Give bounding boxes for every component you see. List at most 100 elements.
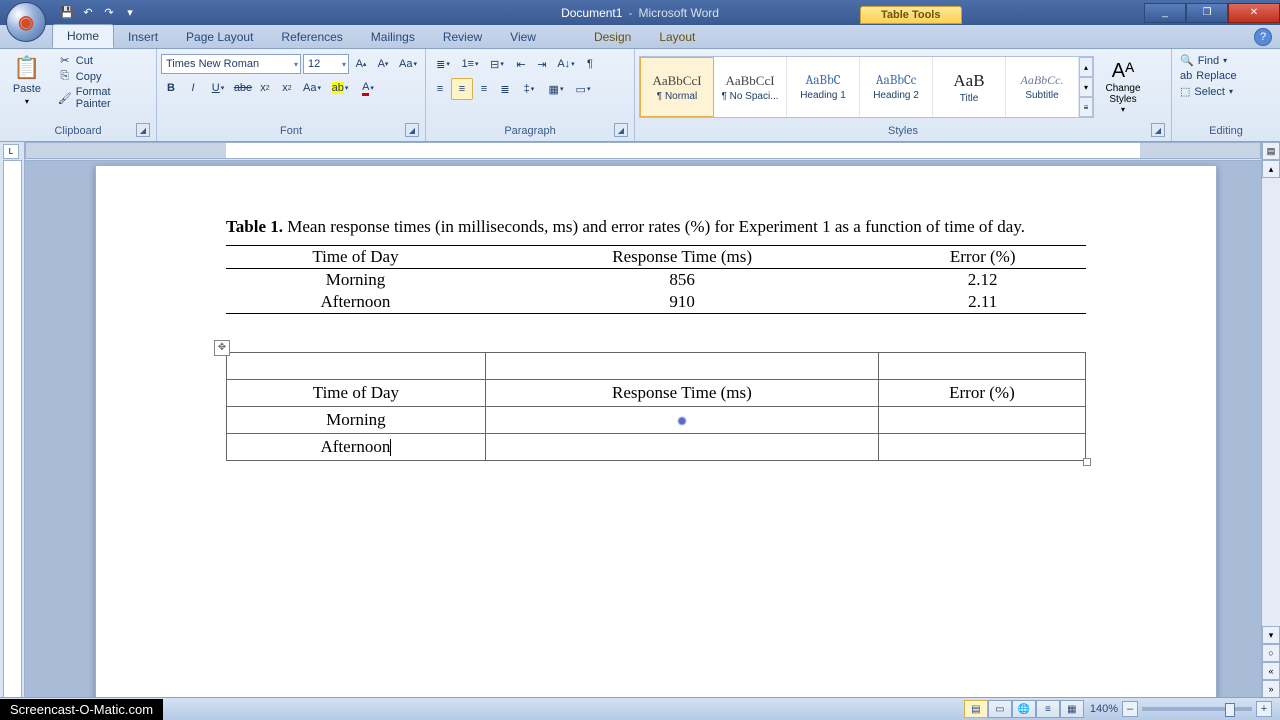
tab-references[interactable]: References [267,26,356,48]
vertical-scrollbar[interactable]: ▤ ▴ ▾ ○ « » [1261,142,1280,698]
table-cell[interactable] [485,406,878,433]
table-cell[interactable] [878,433,1085,460]
numbering-button[interactable]: 1≡ [457,54,483,74]
office-button[interactable]: ◉ [6,2,46,42]
replace-button[interactable]: abReplace [1176,69,1241,83]
scroll-up-icon[interactable]: ▴ [1262,160,1280,178]
tab-page-layout[interactable]: Page Layout [172,26,267,48]
strike-button[interactable]: abe [233,78,253,98]
italic-button[interactable]: I [183,78,203,98]
line-spacing-button[interactable]: ‡ [516,79,542,99]
apa-table[interactable]: Time of Day Response Time (ms) Error (%)… [226,245,1086,314]
document-area[interactable]: Table 1. Mean response times (in millise… [25,161,1261,698]
justify-button[interactable]: ≣ [495,79,515,99]
zoom-level[interactable]: 140% [1090,703,1118,715]
gallery-scroll[interactable]: ▴▾≡ [1079,57,1093,117]
web-layout-view[interactable]: 🌐 [1012,700,1036,718]
shrink-font-button[interactable]: A▾ [373,54,393,74]
table-cell[interactable]: Morning [227,406,486,433]
close-button[interactable]: ✕ [1228,3,1280,23]
qat-save-icon[interactable]: 💾 [58,4,76,22]
zoom-out-button[interactable]: – [1122,701,1138,717]
tab-view[interactable]: View [496,26,550,48]
minimize-button[interactable]: _ [1144,3,1186,23]
highlight-button[interactable]: ab [327,78,353,98]
subscript-button[interactable]: x2 [255,78,275,98]
multilevel-button[interactable]: ⊟ [484,54,510,74]
sort-button[interactable]: A↓ [553,54,579,74]
table-cell[interactable]: Afternoon [227,433,486,460]
align-center-button[interactable]: ≡ [451,78,473,100]
zoom-slider[interactable] [1142,707,1252,711]
decrease-indent-button[interactable]: ⇤ [511,54,531,74]
align-right-button[interactable]: ≡ [474,79,494,99]
help-icon[interactable]: ? [1254,28,1272,46]
format-painter-button[interactable]: 🖌Format Painter [54,85,152,111]
prev-page-icon[interactable]: « [1262,662,1280,680]
underline-button[interactable]: U [205,78,231,98]
vertical-ruler[interactable]: L [0,142,25,698]
horizontal-ruler[interactable] [25,142,1261,161]
table-cell[interactable] [485,352,878,379]
style-no-spacing[interactable]: AaBbCcI¶ No Spaci... [714,57,787,117]
ruler-toggle[interactable]: ▤ [1262,142,1280,160]
style-heading1[interactable]: AaBbCHeading 1 [787,57,860,117]
table-resize-handle[interactable] [1083,458,1091,466]
align-left-button[interactable]: ≡ [430,79,450,99]
full-screen-view[interactable]: ▭ [988,700,1012,718]
draft-view[interactable]: ▦ [1060,700,1084,718]
tab-insert[interactable]: Insert [114,26,172,48]
paragraph-launcher[interactable]: ◢ [614,123,628,137]
bold-button[interactable]: B [161,78,181,98]
find-button[interactable]: 🔍Find [1176,53,1241,68]
outline-view[interactable]: ≡ [1036,700,1060,718]
tab-design[interactable]: Design [580,26,645,48]
tab-layout[interactable]: Layout [645,26,709,48]
table-cell[interactable] [878,352,1085,379]
borders-button[interactable]: ▭ [570,79,596,99]
clipboard-launcher[interactable]: ◢ [136,123,150,137]
table-cell[interactable] [227,352,486,379]
qat-undo-icon[interactable]: ↶ [79,4,97,22]
style-subtitle[interactable]: AaBbCc.Subtitle [1006,57,1079,117]
paste-button[interactable]: 📋 Paste ▾ [4,51,50,110]
copy-button[interactable]: ⎘Copy [54,69,152,84]
styles-launcher[interactable]: ◢ [1151,123,1165,137]
show-marks-button[interactable]: ¶ [580,54,600,74]
grow-font-button[interactable]: A▴ [351,54,371,74]
superscript-button[interactable]: x2 [277,78,297,98]
tab-home[interactable]: Home [52,24,114,48]
qat-redo-icon[interactable]: ↷ [100,4,118,22]
tab-mailings[interactable]: Mailings [357,26,429,48]
tab-selector[interactable]: L [3,144,19,159]
font-color-button[interactable]: A [355,78,381,98]
table-cell[interactable]: Error (%) [878,379,1085,406]
increase-indent-button[interactable]: ⇥ [532,54,552,74]
tab-review[interactable]: Review [429,26,496,48]
select-button[interactable]: ⬚Select [1176,84,1241,99]
zoom-in-button[interactable]: + [1256,701,1272,717]
next-page-icon[interactable]: » [1262,680,1280,698]
font-name-combo[interactable]: Times New Roman [161,54,301,74]
change-styles-button[interactable]: Aᴬ Change Styles ▾ [1098,60,1148,114]
font-size-combo[interactable]: 12 [303,54,349,74]
table-cell[interactable]: Response Time (ms) [485,379,878,406]
change-case-button[interactable]: Aa [299,78,325,98]
print-layout-view[interactable]: ▤ [964,700,988,718]
clear-formatting-button[interactable]: Aa [395,54,421,74]
bullets-button[interactable]: ≣ [430,54,456,74]
scroll-down-icon[interactable]: ▾ [1262,626,1280,644]
table-caption[interactable]: Table 1. Mean response times (in millise… [226,216,1086,239]
browse-object-icon[interactable]: ○ [1262,644,1280,662]
maximize-button[interactable]: ❐ [1186,3,1228,23]
cut-button[interactable]: ✂Cut [54,53,152,68]
table-cell[interactable] [878,406,1085,433]
style-normal[interactable]: AaBbCcI¶ Normal [640,57,714,117]
styles-gallery[interactable]: AaBbCcI¶ Normal AaBbCcI¶ No Spaci... AaB… [639,56,1094,118]
table-cell[interactable] [485,433,878,460]
style-heading2[interactable]: AaBbCcHeading 2 [860,57,933,117]
qat-customize-icon[interactable]: ▾ [121,4,139,22]
table-cell[interactable]: Time of Day [227,379,486,406]
editing-table[interactable]: Time of Day Response Time (ms) Error (%)… [226,352,1086,461]
font-launcher[interactable]: ◢ [405,123,419,137]
